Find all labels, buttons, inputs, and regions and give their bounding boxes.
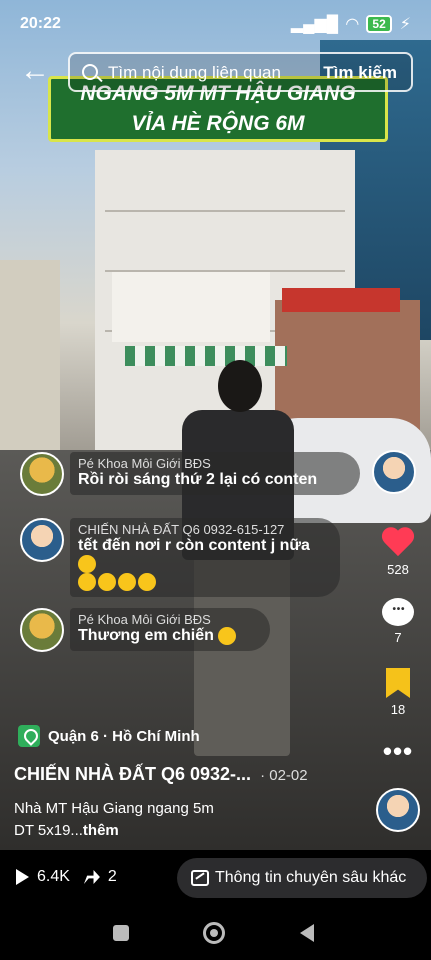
status-bar: 20:22 ▂▄▆█ ◠ 52 ⚡ (0, 0, 431, 48)
battery-icon: 52 (366, 15, 392, 33)
avatar (20, 518, 64, 562)
grinning-emoji-icon (218, 627, 237, 645)
system-nav-bar (0, 906, 431, 960)
heart-icon (381, 528, 415, 558)
comment-body: CHIẾN NHÀ ĐẤT Q6 0932-615-127 tết đến nơ… (70, 518, 340, 598)
search-input[interactable]: Tìm nội dung liên quan Tìm kiếm (68, 52, 413, 92)
emoji-row (78, 573, 330, 592)
search-button[interactable]: Tìm kiếm (323, 63, 397, 83)
comment-body: Pé Khoa Môi Giới BĐS Thương em chiến (70, 608, 270, 652)
location-text: Quận 6 · Hồ Chí Minh (48, 727, 200, 745)
laughing-emoji-icon (78, 573, 96, 592)
live-comment: Pé Khoa Môi Giới BĐS Thương em chiến (20, 608, 270, 652)
back-arrow-icon[interactable]: ← (20, 56, 50, 86)
post-date: · 02-02 (260, 767, 308, 784)
shop-sign (282, 288, 400, 312)
bookmark-icon (386, 668, 410, 698)
like-button[interactable]: 528 (378, 528, 418, 577)
share-icon (83, 870, 100, 884)
recent-apps-icon[interactable] (113, 925, 129, 941)
comment-author: Pé Khoa Môi Giới BĐS (78, 612, 211, 627)
location-tag[interactable]: Quận 6 · Hồ Chí Minh (18, 725, 200, 747)
comment-author: CHIẾN NHÀ ĐẤT Q6 0932-615-127 (78, 522, 285, 537)
more-insights-label: Thông tin chuyên sâu khác (215, 869, 407, 886)
desc-line-1: Nhà MT Hậu Giang ngang 5m (14, 800, 214, 817)
signal-icon: ▂▄▆█ (290, 16, 339, 33)
bottom-info-bar: 6.4K 2 Thông tin chuyên sâu khác (0, 850, 431, 906)
more-insights-button[interactable]: Thông tin chuyên sâu khác (177, 858, 427, 898)
home-icon[interactable] (203, 922, 225, 944)
avatar (20, 452, 64, 496)
share-count: 2 (107, 868, 117, 885)
laughing-emoji-icon (118, 573, 136, 592)
comment-button[interactable]: 7 (378, 598, 418, 645)
save-count: 18 (390, 702, 406, 717)
post-description[interactable]: Nhà MT Hậu Giang ngang 5m DT 5x19...thêm (14, 798, 214, 842)
comment-text-content: Thương em chiến (78, 627, 214, 645)
desc-line-2: DT 5x19... (14, 822, 83, 839)
play-icon (16, 869, 29, 885)
shop-sign (112, 272, 270, 342)
comment-author: Pé Khoa Môi Giới BĐS (78, 456, 211, 471)
banner-line-2: VỈA HÈ RỘNG 6M (131, 112, 305, 135)
more-options-button[interactable]: ••• (378, 736, 418, 767)
comment-body: Pé Khoa Môi Giới BĐS Rồi ròi sáng thứ 2 … (70, 452, 360, 495)
see-more-link[interactable]: thêm (83, 822, 119, 839)
live-comment: CHIẾN NHÀ ĐẤT Q6 0932-615-127 tết đến nơ… (20, 518, 340, 598)
search-placeholder: Tìm nội dung liên quan (108, 63, 281, 82)
comment-text: Rồi ròi sáng thứ 2 lại có conten (78, 471, 318, 488)
laughing-emoji-icon (98, 573, 116, 592)
author-avatar[interactable] (372, 450, 416, 494)
wifi-icon: ◠ (346, 16, 359, 33)
back-icon[interactable] (300, 924, 314, 942)
charging-icon: ⚡ (399, 16, 411, 33)
comment-text-content: tết đến nơi r còn content j nữa (78, 537, 310, 554)
view-count: 6.4K (37, 868, 70, 885)
location-pin-icon (18, 725, 40, 747)
search-icon (82, 64, 98, 80)
post-author-name: CHIẾN NHÀ ĐẤT Q6 0932-... (14, 764, 252, 784)
status-icons: ▂▄▆█ ◠ 52 ⚡ (291, 14, 411, 34)
post-author-row[interactable]: CHIẾN NHÀ ĐẤT Q6 0932-... · 02-02 (14, 764, 308, 785)
more-dots-icon: ••• (382, 736, 414, 766)
background-building (0, 260, 60, 450)
comment-count: 7 (394, 630, 402, 645)
status-time: 20:22 (20, 15, 61, 32)
author-avatar[interactable] (376, 788, 420, 832)
laughing-emoji-icon (78, 555, 96, 573)
video-stats: 6.4K 2 (16, 868, 117, 886)
laughing-emoji-icon (138, 573, 156, 592)
comment-text: Thương em chiến (78, 627, 260, 645)
save-button[interactable]: 18 (378, 668, 418, 717)
comment-bubble-icon (382, 598, 414, 626)
top-bar: ← Tìm nội dung liên quan Tìm kiếm (0, 52, 431, 92)
avatar (20, 608, 64, 652)
comment-text: tết đến nơi r còn content j nữa (78, 537, 330, 573)
like-count: 528 (387, 562, 409, 577)
trend-chart-icon (191, 870, 209, 886)
live-comment: Pé Khoa Môi Giới BĐS Rồi ròi sáng thứ 2 … (20, 452, 360, 496)
